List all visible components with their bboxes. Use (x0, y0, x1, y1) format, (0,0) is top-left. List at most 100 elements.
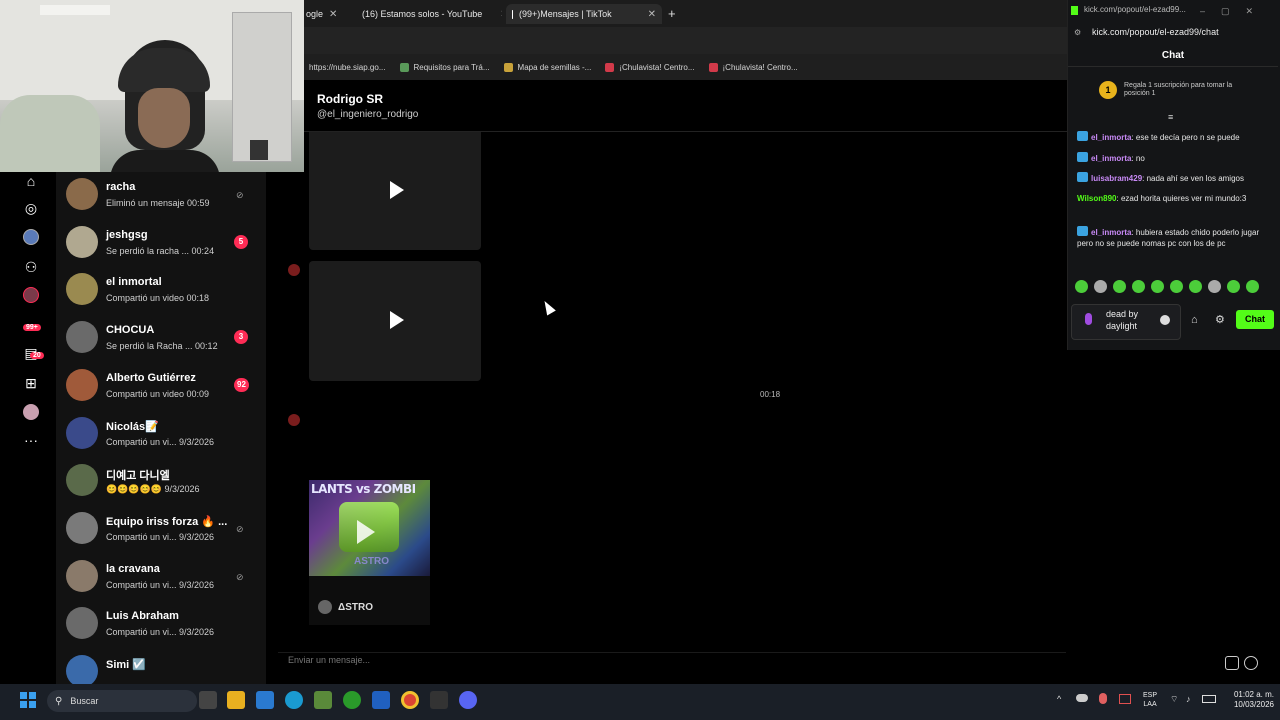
friends-icon[interactable]: ⚇ (22, 258, 40, 276)
emote-icon[interactable] (1113, 280, 1126, 293)
close-tab-icon[interactable]: ✕ (648, 9, 656, 20)
messages-badge[interactable]: 99+ (23, 316, 41, 334)
sender-avatar[interactable] (288, 414, 300, 426)
conversation-row[interactable]: Nicolás📝 Compartió un vi... 9/3/2026 (56, 411, 266, 459)
chat-username[interactable]: el_inmorta (1091, 154, 1131, 163)
tab-youtube[interactable]: (16) Estamos solos - YouTube ✕ (350, 4, 502, 24)
settings-gear-icon[interactable]: ⚙ (1215, 313, 1225, 326)
bookmark-requisitos[interactable]: Requisitos para Trá... (399, 62, 490, 72)
emote-icon[interactable] (1094, 280, 1107, 293)
tray-app-icon[interactable] (1119, 694, 1131, 704)
account-avatar-icon[interactable] (22, 403, 40, 421)
upload-icon[interactable]: ⊞ (22, 374, 40, 392)
close-tab-icon[interactable]: ✕ (500, 9, 502, 20)
emoji-picker-icon[interactable] (1160, 315, 1170, 325)
gift-sub-promo[interactable]: Regala 1 suscripción para tomar la posic… (1124, 82, 1256, 98)
divider (1068, 66, 1278, 67)
webcam-person-face (138, 88, 190, 148)
emote-icon[interactable] (1151, 280, 1164, 293)
file-explorer-icon[interactable] (227, 691, 245, 709)
volume-icon[interactable]: ♪ (1186, 694, 1191, 704)
app-icon[interactable] (430, 691, 448, 709)
task-view-icon[interactable] (199, 691, 217, 709)
conversation-row[interactable]: racha Eliminó un mensaje 00:59 ⊘ (56, 172, 266, 220)
contact-name[interactable]: Rodrigo SR (317, 92, 383, 106)
bookmark-chulavista-1[interactable]: ¡Chulavista! Centro... (605, 62, 695, 72)
emote-icon[interactable] (1075, 280, 1088, 293)
emote-icon[interactable] (1132, 280, 1145, 293)
tab-tiktok[interactable]: (99+)Mensajes | TikTok ✕ (506, 4, 662, 24)
kick-chat-input-value[interactable]: dead by daylight (1106, 308, 1156, 332)
conversation-row[interactable]: 디예고 다니엘 😊😊😊😊😊 9/3/2026 (56, 458, 266, 506)
chat-username[interactable]: luisabram429 (1091, 174, 1142, 183)
filter-icon[interactable]: ≡ (1168, 112, 1173, 122)
discord-icon[interactable] (459, 691, 477, 709)
message-input[interactable] (288, 655, 1188, 665)
edge-icon[interactable] (285, 691, 303, 709)
close-tab-icon[interactable]: ✕ (329, 9, 337, 20)
taskbar-search[interactable]: ⚲ Buscar (47, 690, 197, 712)
chat-username[interactable]: el_inmorta (1091, 133, 1131, 142)
conversation-name: Equipo iriss forza 🔥 ... (106, 515, 228, 528)
chrome-icon[interactable] (401, 691, 419, 709)
store-app-icon[interactable] (256, 691, 274, 709)
contact-handle[interactable]: @el_ingeniero_rodrigo (317, 109, 418, 120)
start-button[interactable] (20, 692, 36, 708)
chat-message-text: : ese te decía pero n se puede (1131, 133, 1240, 142)
more-icon[interactable]: ··· (22, 431, 40, 449)
shared-video-card[interactable] (309, 132, 481, 250)
tab-label: ogle (306, 9, 324, 19)
conversation-row[interactable]: CHOCUA Se perdió la Racha ... 00:12 3 (56, 315, 266, 363)
chat-username[interactable]: Wilson890 (1077, 194, 1117, 203)
conversation-row[interactable]: Simi ☑️ (56, 649, 266, 684)
store-icon[interactable]: ⌂ (1191, 314, 1198, 326)
send-chat-button[interactable]: Chat (1236, 310, 1274, 329)
bookmark-siap[interactable]: https://nube.siap.go... (309, 63, 386, 72)
conversation-row[interactable]: jeshgsg Se perdió la racha ... 00:24 5 (56, 220, 266, 268)
keyboard-language[interactable]: ESP LAA (1143, 691, 1157, 709)
emoji-icon[interactable] (1244, 656, 1258, 670)
window-controls[interactable]: –▢✕ (1200, 6, 1269, 17)
conversation-row[interactable]: Equipo iriss forza 🔥 ... Compartió un vi.… (56, 506, 266, 554)
chat-header (266, 80, 1067, 132)
sender-avatar[interactable] (288, 264, 300, 276)
conversation-row[interactable]: la cravana Compartió un vi... 9/3/2026 ⊘ (56, 554, 266, 602)
muted-bell-icon: ⊘ (236, 190, 244, 200)
conversation-name: Nicolás📝 (106, 420, 159, 433)
battery-icon[interactable] (1202, 695, 1216, 703)
minecraft-icon[interactable] (314, 691, 332, 709)
xbox-icon[interactable] (343, 691, 361, 709)
site-info-icon[interactable]: ⚙ (1074, 28, 1081, 37)
emote-icon[interactable] (1227, 280, 1240, 293)
emote-icon[interactable] (1170, 280, 1183, 293)
explore-icon[interactable]: ◎ (22, 199, 40, 217)
new-tab-button[interactable]: + (668, 6, 676, 21)
bookmark-chulavista-2[interactable]: ¡Chulavista! Centro... (708, 62, 798, 72)
chat-username[interactable]: el_inmorta (1091, 228, 1131, 237)
popout-url[interactable]: kick.com/popout/el-ezad99/chat (1092, 27, 1219, 37)
gift-rank-badge[interactable]: 1 (1099, 81, 1117, 99)
outlook-icon[interactable] (372, 691, 390, 709)
emote-icon[interactable] (1246, 280, 1259, 293)
system-clock[interactable]: 01:02 a. m. 10/03/2026 (1228, 690, 1274, 710)
address-bar[interactable] (304, 27, 1067, 54)
microphone-icon[interactable] (1085, 313, 1092, 325)
bookmark-icon (605, 62, 615, 72)
emote-icon[interactable] (1208, 280, 1221, 293)
wifi-icon[interactable]: ⌔ (1170, 694, 1178, 705)
home-icon[interactable]: ⌂ (22, 172, 40, 190)
shared-post-author[interactable]: ΔSTRO (318, 600, 373, 614)
microphone-tray-icon[interactable] (1099, 693, 1107, 704)
emote-icon[interactable] (1189, 280, 1202, 293)
tab-google[interactable]: ogle ✕ (300, 4, 346, 24)
live-avatar-icon[interactable] (22, 228, 40, 246)
profile-avatar-icon[interactable] (22, 286, 40, 304)
shared-video-card[interactable] (309, 261, 481, 381)
image-upload-icon[interactable] (1225, 656, 1239, 670)
conversation-row[interactable]: el inmortal Compartió un video 00:18 (56, 267, 266, 315)
onedrive-icon[interactable] (1076, 694, 1088, 702)
tray-overflow-icon[interactable]: ^ (1057, 694, 1061, 704)
conversation-row[interactable]: Luis Abraham Compartió un vi... 9/3/2026 (56, 601, 266, 649)
conversation-row[interactable]: Alberto Gutiérrez Compartió un video 00:0… (56, 363, 266, 411)
bookmark-mapa-semillas[interactable]: Mapa de semillas -... (503, 62, 591, 72)
